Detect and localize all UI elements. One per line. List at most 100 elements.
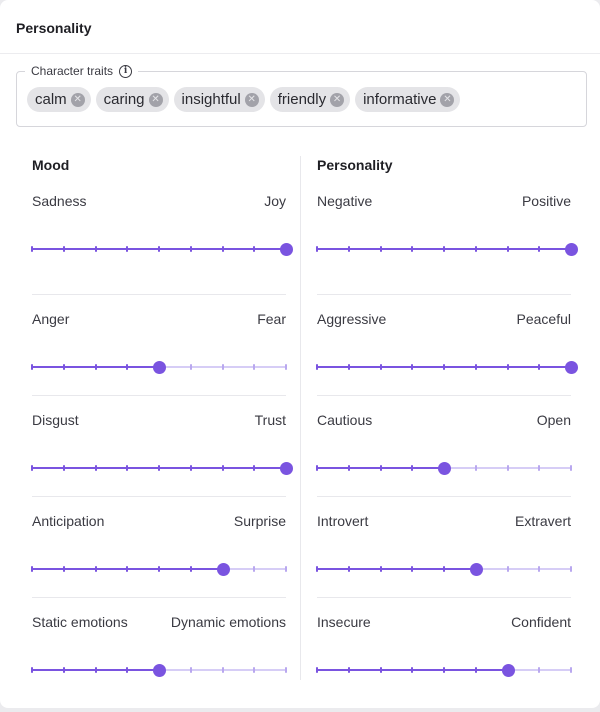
range-slider[interactable]: [316, 664, 572, 677]
trait-chip[interactable]: friendly ✕: [269, 87, 351, 112]
slider-thumb[interactable]: [438, 462, 451, 475]
slider-min-label: Introvert: [317, 513, 369, 529]
remove-chip-icon[interactable]: ✕: [330, 92, 345, 107]
slider-tick: [379, 667, 382, 673]
slider-thumb[interactable]: [469, 563, 483, 576]
character-traits-legend: Character traits i: [25, 64, 139, 78]
slider-row: Anticipation Surprise: [31, 496, 287, 597]
slider-tick: [316, 246, 318, 252]
slider-tick: [379, 465, 382, 471]
slider-tick: [570, 667, 572, 673]
slider-tick: [506, 364, 509, 370]
slider-min-label: Disgust: [32, 412, 79, 428]
slider-tick: [126, 246, 129, 252]
slider-tick: [411, 364, 414, 370]
slider-max-label: Surprise: [233, 513, 286, 529]
slider-labels: Disgust Trust: [32, 412, 286, 428]
mood-section: Mood Sadness Joy Anger Fear Disgust Trust Anti…: [31, 157, 293, 698]
slider-thumb[interactable]: [565, 243, 578, 256]
slider-labels: Cautious Open: [317, 412, 571, 428]
slider-labels: Introvert Extravert: [317, 513, 571, 529]
slider-row: Disgust Trust: [31, 395, 293, 496]
slider-tick: [347, 246, 350, 252]
info-icon[interactable]: i: [119, 64, 133, 78]
slider-row: Anger Fear: [31, 294, 287, 395]
range-slider[interactable]: [316, 462, 572, 475]
slider-min-label: Sadness: [32, 193, 87, 209]
range-slider[interactable]: [31, 563, 287, 576]
slider-tick: [253, 667, 256, 673]
range-slider[interactable]: [31, 361, 287, 374]
slider-row: Static emotions Dynamic emotions: [31, 597, 287, 698]
slider-tick: [347, 364, 350, 370]
slider-thumb[interactable]: [216, 563, 230, 576]
slider-tick: [285, 667, 287, 673]
range-slider[interactable]: [31, 462, 293, 475]
range-slider[interactable]: [316, 243, 578, 256]
slider-tick: [379, 246, 382, 252]
slider-tick: [189, 246, 192, 252]
slider-row: Cautious Open: [316, 395, 572, 496]
slider-tick: [316, 465, 318, 471]
slider-tick: [94, 667, 97, 673]
remove-chip-icon[interactable]: ✕: [70, 92, 85, 107]
trait-chip[interactable]: insightful ✕: [173, 87, 265, 112]
slider-thumb[interactable]: [280, 462, 293, 475]
slider-max-label: Confident: [511, 614, 571, 630]
slider-tick: [221, 246, 224, 252]
slider-tick: [411, 667, 414, 673]
slider-min-label: Anticipation: [32, 513, 105, 529]
slider-tick: [347, 465, 350, 471]
range-slider[interactable]: [31, 664, 287, 677]
trait-chip[interactable]: calm ✕: [27, 87, 91, 112]
slider-max-label: Trust: [254, 412, 286, 428]
slider-max-label: Peaceful: [516, 311, 571, 327]
slider-tick: [126, 667, 129, 673]
slider-tick: [189, 364, 192, 370]
slider-max-label: Positive: [521, 193, 571, 209]
character-traits-field[interactable]: Character traits i calm ✕ caring ✕ insightfu…: [16, 64, 587, 127]
slider-min-label: Cautious: [317, 412, 373, 428]
slider-tick: [506, 566, 509, 572]
slider-thumb[interactable]: [565, 361, 578, 374]
slider-thumb[interactable]: [280, 243, 293, 256]
slider-tick: [538, 246, 541, 252]
slider-tick: [538, 364, 541, 370]
slider-thumb[interactable]: [153, 361, 166, 374]
slider-tick: [62, 667, 65, 673]
slider-tick: [31, 566, 33, 572]
slider-tick: [379, 566, 382, 572]
slider-thumb[interactable]: [153, 664, 166, 677]
slider-labels: Negative Positive: [317, 193, 571, 209]
slider-tick: [158, 465, 160, 471]
remove-chip-icon[interactable]: ✕: [244, 92, 259, 107]
slider-tick: [316, 667, 318, 673]
card-header: Personality: [0, 0, 600, 54]
slider-tick: [253, 246, 256, 252]
trait-chip-label: caring: [103, 91, 145, 108]
trait-chip[interactable]: caring ✕: [95, 87, 169, 112]
slider-thumb[interactable]: [501, 664, 515, 677]
slider-max-label: Dynamic emotions: [170, 614, 286, 630]
slider-tick: [316, 566, 318, 572]
range-slider[interactable]: [316, 361, 578, 374]
slider-tick: [253, 465, 256, 471]
slider-min-label: Static emotions: [32, 614, 128, 630]
slider-min-label: Anger: [32, 311, 70, 327]
trait-chip[interactable]: informative ✕: [355, 87, 461, 112]
range-slider[interactable]: [31, 243, 293, 256]
slider-max-label: Joy: [264, 193, 286, 209]
remove-chip-icon[interactable]: ✕: [148, 92, 163, 107]
remove-chip-icon[interactable]: ✕: [440, 92, 455, 107]
range-slider[interactable]: [316, 563, 572, 576]
slider-tick: [94, 364, 97, 370]
slider-tick: [221, 667, 224, 673]
slider-row: Aggressive Peaceful: [316, 294, 578, 395]
slider-tick: [31, 246, 33, 252]
slider-tick: [411, 465, 414, 471]
slider-tick: [94, 566, 97, 572]
slider-tick: [94, 246, 97, 252]
slider-tick: [443, 566, 445, 572]
slider-tick: [189, 667, 192, 673]
slider-tick: [474, 667, 477, 673]
